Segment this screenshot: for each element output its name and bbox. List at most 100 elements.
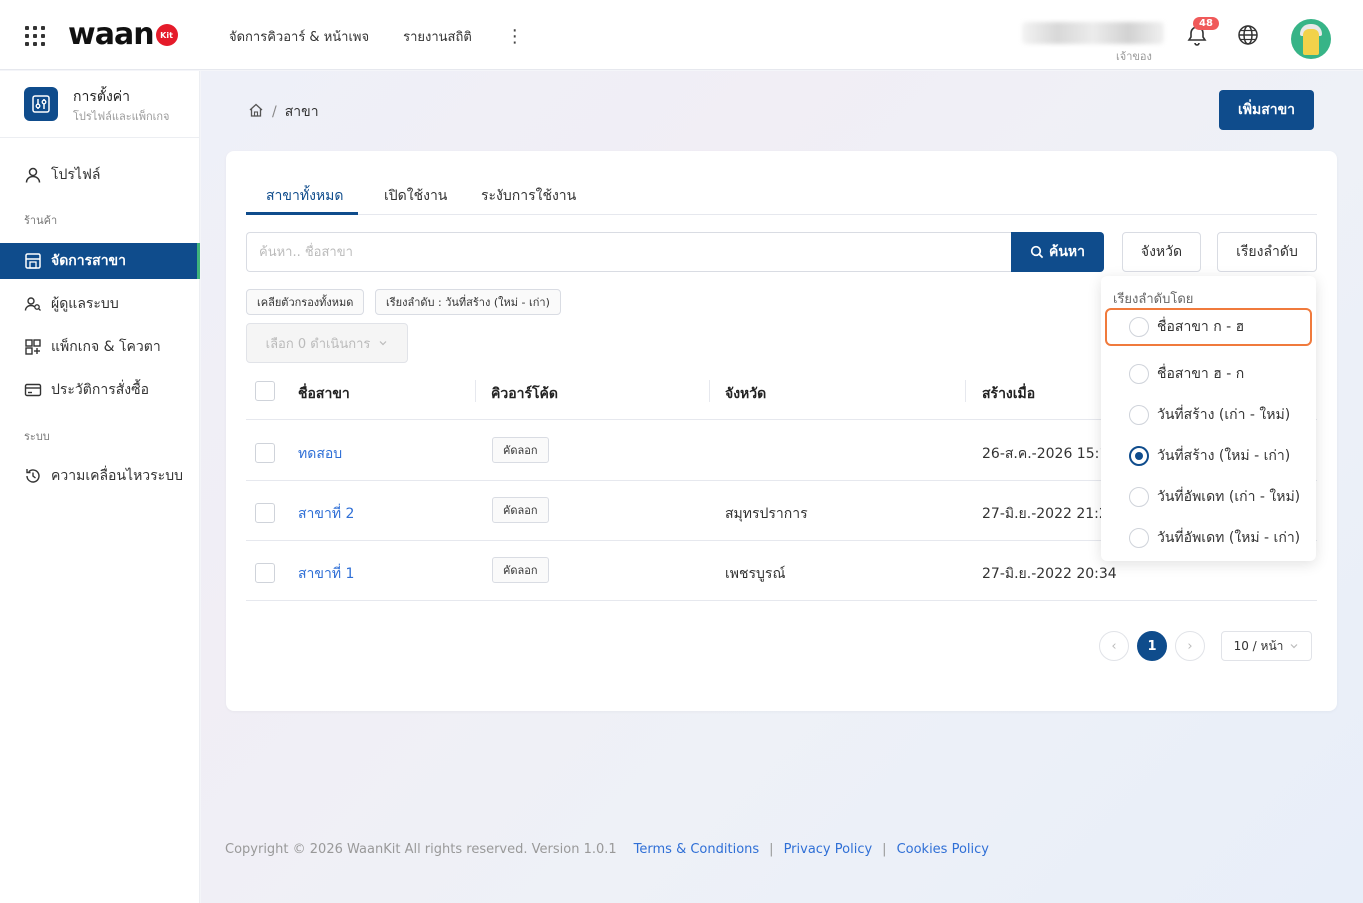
bulk-action-select[interactable]: เลือก 0 ดำเนินการ	[246, 323, 408, 363]
column-header-created: สร้างเมื่อ	[982, 386, 1036, 402]
copy-qr-button[interactable]: คัดลอก	[492, 557, 549, 583]
tab-all-branches[interactable]: สาขาทั้งหมด	[266, 185, 343, 207]
sort-dropdown-title: เรียงลำดับโดย	[1113, 292, 1194, 307]
sort-button[interactable]: เรียงลำดับ	[1217, 232, 1317, 272]
row-checkbox[interactable]	[255, 563, 275, 583]
next-page-button[interactable]: ›	[1175, 631, 1205, 661]
select-all-checkbox[interactable]	[255, 381, 275, 401]
sidebar-subtitle: โปรไฟล์และแพ็กเกจ	[73, 110, 170, 123]
home-icon[interactable]	[248, 102, 264, 122]
branch-created: 26-ส.ค.-2026 15:14	[982, 446, 1118, 462]
sidebar-item-label: ผู้ดูแลระบบ	[51, 296, 119, 312]
sidebar-item-label: โปรไฟล์	[51, 167, 101, 183]
sidebar-item-admins[interactable]: ผู้ดูแลระบบ	[0, 286, 200, 322]
tab-bar: สาขาทั้งหมด เปิดใช้งาน ระงับการใช้งาน	[246, 173, 1317, 215]
radio-button[interactable]	[1129, 317, 1149, 337]
top-bar: waan Kit จัดการคิวอาร์ & หน้าเพจ รายงานส…	[0, 0, 1363, 70]
nav-reports[interactable]: รายงานสถิติ	[403, 26, 472, 47]
settings-sliders-icon	[24, 87, 58, 121]
sidebar-section-store: ร้านค้า	[24, 214, 58, 227]
sidebar-item-label: แพ็กเกจ & โควตา	[51, 339, 161, 355]
copy-qr-button[interactable]: คัดลอก	[492, 437, 549, 463]
cookies-link[interactable]: Cookies Policy	[897, 842, 989, 857]
branch-province: สมุทรปราการ	[725, 506, 808, 522]
sidebar-title: การตั้งค่า	[73, 89, 131, 105]
row-checkbox[interactable]	[255, 443, 275, 463]
branch-name-link[interactable]: สาขาที่ 1	[298, 563, 354, 585]
sidebar-item-branches[interactable]: จัดการสาขา	[0, 243, 200, 279]
sort-option-updated-asc[interactable]: วันที่อัพเดท (เก่า - ใหม่)	[1105, 478, 1312, 516]
package-icon	[24, 338, 42, 356]
branch-name-link[interactable]: ทดสอบ	[298, 443, 342, 465]
row-checkbox[interactable]	[255, 503, 275, 523]
tab-suspended[interactable]: ระงับการใช้งาน	[481, 185, 576, 207]
tab-ink-bar	[246, 212, 358, 215]
users-icon	[24, 295, 42, 313]
globe-icon[interactable]	[1237, 24, 1259, 46]
user-icon	[24, 166, 42, 184]
branch-province: เพชรบูรณ์	[725, 566, 786, 582]
credit-card-icon	[24, 381, 42, 399]
prev-page-button[interactable]: ‹	[1099, 631, 1129, 661]
page-size-label: 10 / หน้า	[1233, 638, 1284, 653]
breadcrumb-current: สาขา	[284, 104, 319, 120]
chevron-down-icon	[1289, 641, 1299, 651]
search-button-label: ค้นหา	[1048, 243, 1086, 259]
sort-option-label: วันที่อัพเดท (เก่า - ใหม่)	[1157, 489, 1301, 505]
copyright-text: Copyright © 2026 WaanKit All rights rese…	[225, 842, 617, 857]
sort-chip[interactable]: เรียงลำดับ : วันที่สร้าง (ใหม่ - เก่า)	[375, 289, 561, 315]
privacy-link[interactable]: Privacy Policy	[784, 842, 873, 857]
user-role: เจ้าของ	[1116, 50, 1152, 63]
apps-grid-icon[interactable]	[25, 26, 47, 46]
sort-option-name-asc[interactable]: ชื่อสาขา ก - ฮ	[1105, 308, 1312, 346]
sidebar-item-label: ประวัติการสั่งซื้อ	[51, 382, 150, 398]
add-branch-button[interactable]: เพิ่มสาขา	[1219, 90, 1314, 130]
kebab-icon[interactable]: ⋮	[506, 27, 524, 45]
copy-qr-button[interactable]: คัดลอก	[492, 497, 549, 523]
avatar[interactable]	[1291, 19, 1331, 59]
sidebar-item-label: ความเคลื่อนไหวระบบ	[51, 468, 183, 484]
sidebar-item-orders[interactable]: ประวัติการสั่งซื้อ	[0, 372, 200, 408]
column-header-province: จังหวัด	[725, 386, 767, 402]
radio-button[interactable]	[1129, 487, 1149, 507]
breadcrumb-separator: /	[272, 104, 277, 120]
sort-dropdown: เรียงลำดับโดย ชื่อสาขา ก - ฮ ชื่อสาขา ฮ …	[1101, 276, 1316, 561]
sidebar-header: การตั้งค่า โปรไฟล์และแพ็กเกจ	[0, 71, 200, 138]
sidebar-item-packages[interactable]: แพ็กเกจ & โควตา	[0, 329, 200, 365]
tab-active[interactable]: เปิดใช้งาน	[384, 185, 447, 207]
top-nav: จัดการคิวอาร์ & หน้าเพจ รายงานสถิติ ⋮	[229, 26, 524, 47]
branch-created: 27-มิ.ย.-2022 21:24	[982, 506, 1117, 522]
province-filter-button[interactable]: จังหวัด	[1122, 232, 1201, 272]
page-size-select[interactable]: 10 / หน้า	[1221, 631, 1312, 661]
sort-option-label: ชื่อสาขา ฮ - ก	[1157, 366, 1245, 382]
sort-option-updated-desc[interactable]: วันที่อัพเดท (ใหม่ - เก่า)	[1105, 519, 1312, 557]
radio-button-checked[interactable]	[1129, 446, 1149, 466]
terms-link[interactable]: Terms & Conditions	[634, 842, 760, 857]
sort-option-created-desc[interactable]: วันที่สร้าง (ใหม่ - เก่า)	[1105, 437, 1312, 475]
branch-name-link[interactable]: สาขาที่ 2	[298, 503, 354, 525]
column-header-name: ชื่อสาขา	[298, 386, 350, 402]
chevron-down-icon	[378, 338, 388, 348]
page-1-button[interactable]: 1	[1137, 631, 1167, 661]
clear-filters-chip[interactable]: เคลียตัวกรองทั้งหมด	[246, 289, 365, 315]
branch-created: 27-มิ.ย.-2022 20:34	[982, 566, 1117, 582]
search-button[interactable]: ค้นหา	[1011, 232, 1104, 272]
sort-option-label: วันที่สร้าง (ใหม่ - เก่า)	[1157, 448, 1291, 464]
sidebar-item-label: จัดการสาขา	[51, 253, 126, 269]
nav-qr-pages[interactable]: จัดการคิวอาร์ & หน้าเพจ	[229, 26, 369, 47]
sort-option-created-asc[interactable]: วันที่สร้าง (เก่า - ใหม่)	[1105, 396, 1312, 434]
sidebar-item-activity[interactable]: ความเคลื่อนไหวระบบ	[0, 458, 200, 494]
logo[interactable]: waan Kit	[68, 14, 178, 54]
store-icon	[24, 252, 42, 270]
radio-button[interactable]	[1129, 528, 1149, 548]
search-input[interactable]	[246, 232, 1012, 272]
radio-button[interactable]	[1129, 364, 1149, 384]
user-name-blurred[interactable]	[1022, 22, 1164, 44]
history-icon	[24, 467, 42, 485]
radio-button[interactable]	[1129, 405, 1149, 425]
breadcrumb: / สาขา	[248, 101, 319, 123]
search-icon	[1030, 245, 1044, 259]
sort-option-name-desc[interactable]: ชื่อสาขา ฮ - ก	[1105, 355, 1312, 393]
sidebar-section-system: ระบบ	[24, 430, 50, 443]
sidebar-item-profile[interactable]: โปรไฟล์	[0, 157, 200, 193]
